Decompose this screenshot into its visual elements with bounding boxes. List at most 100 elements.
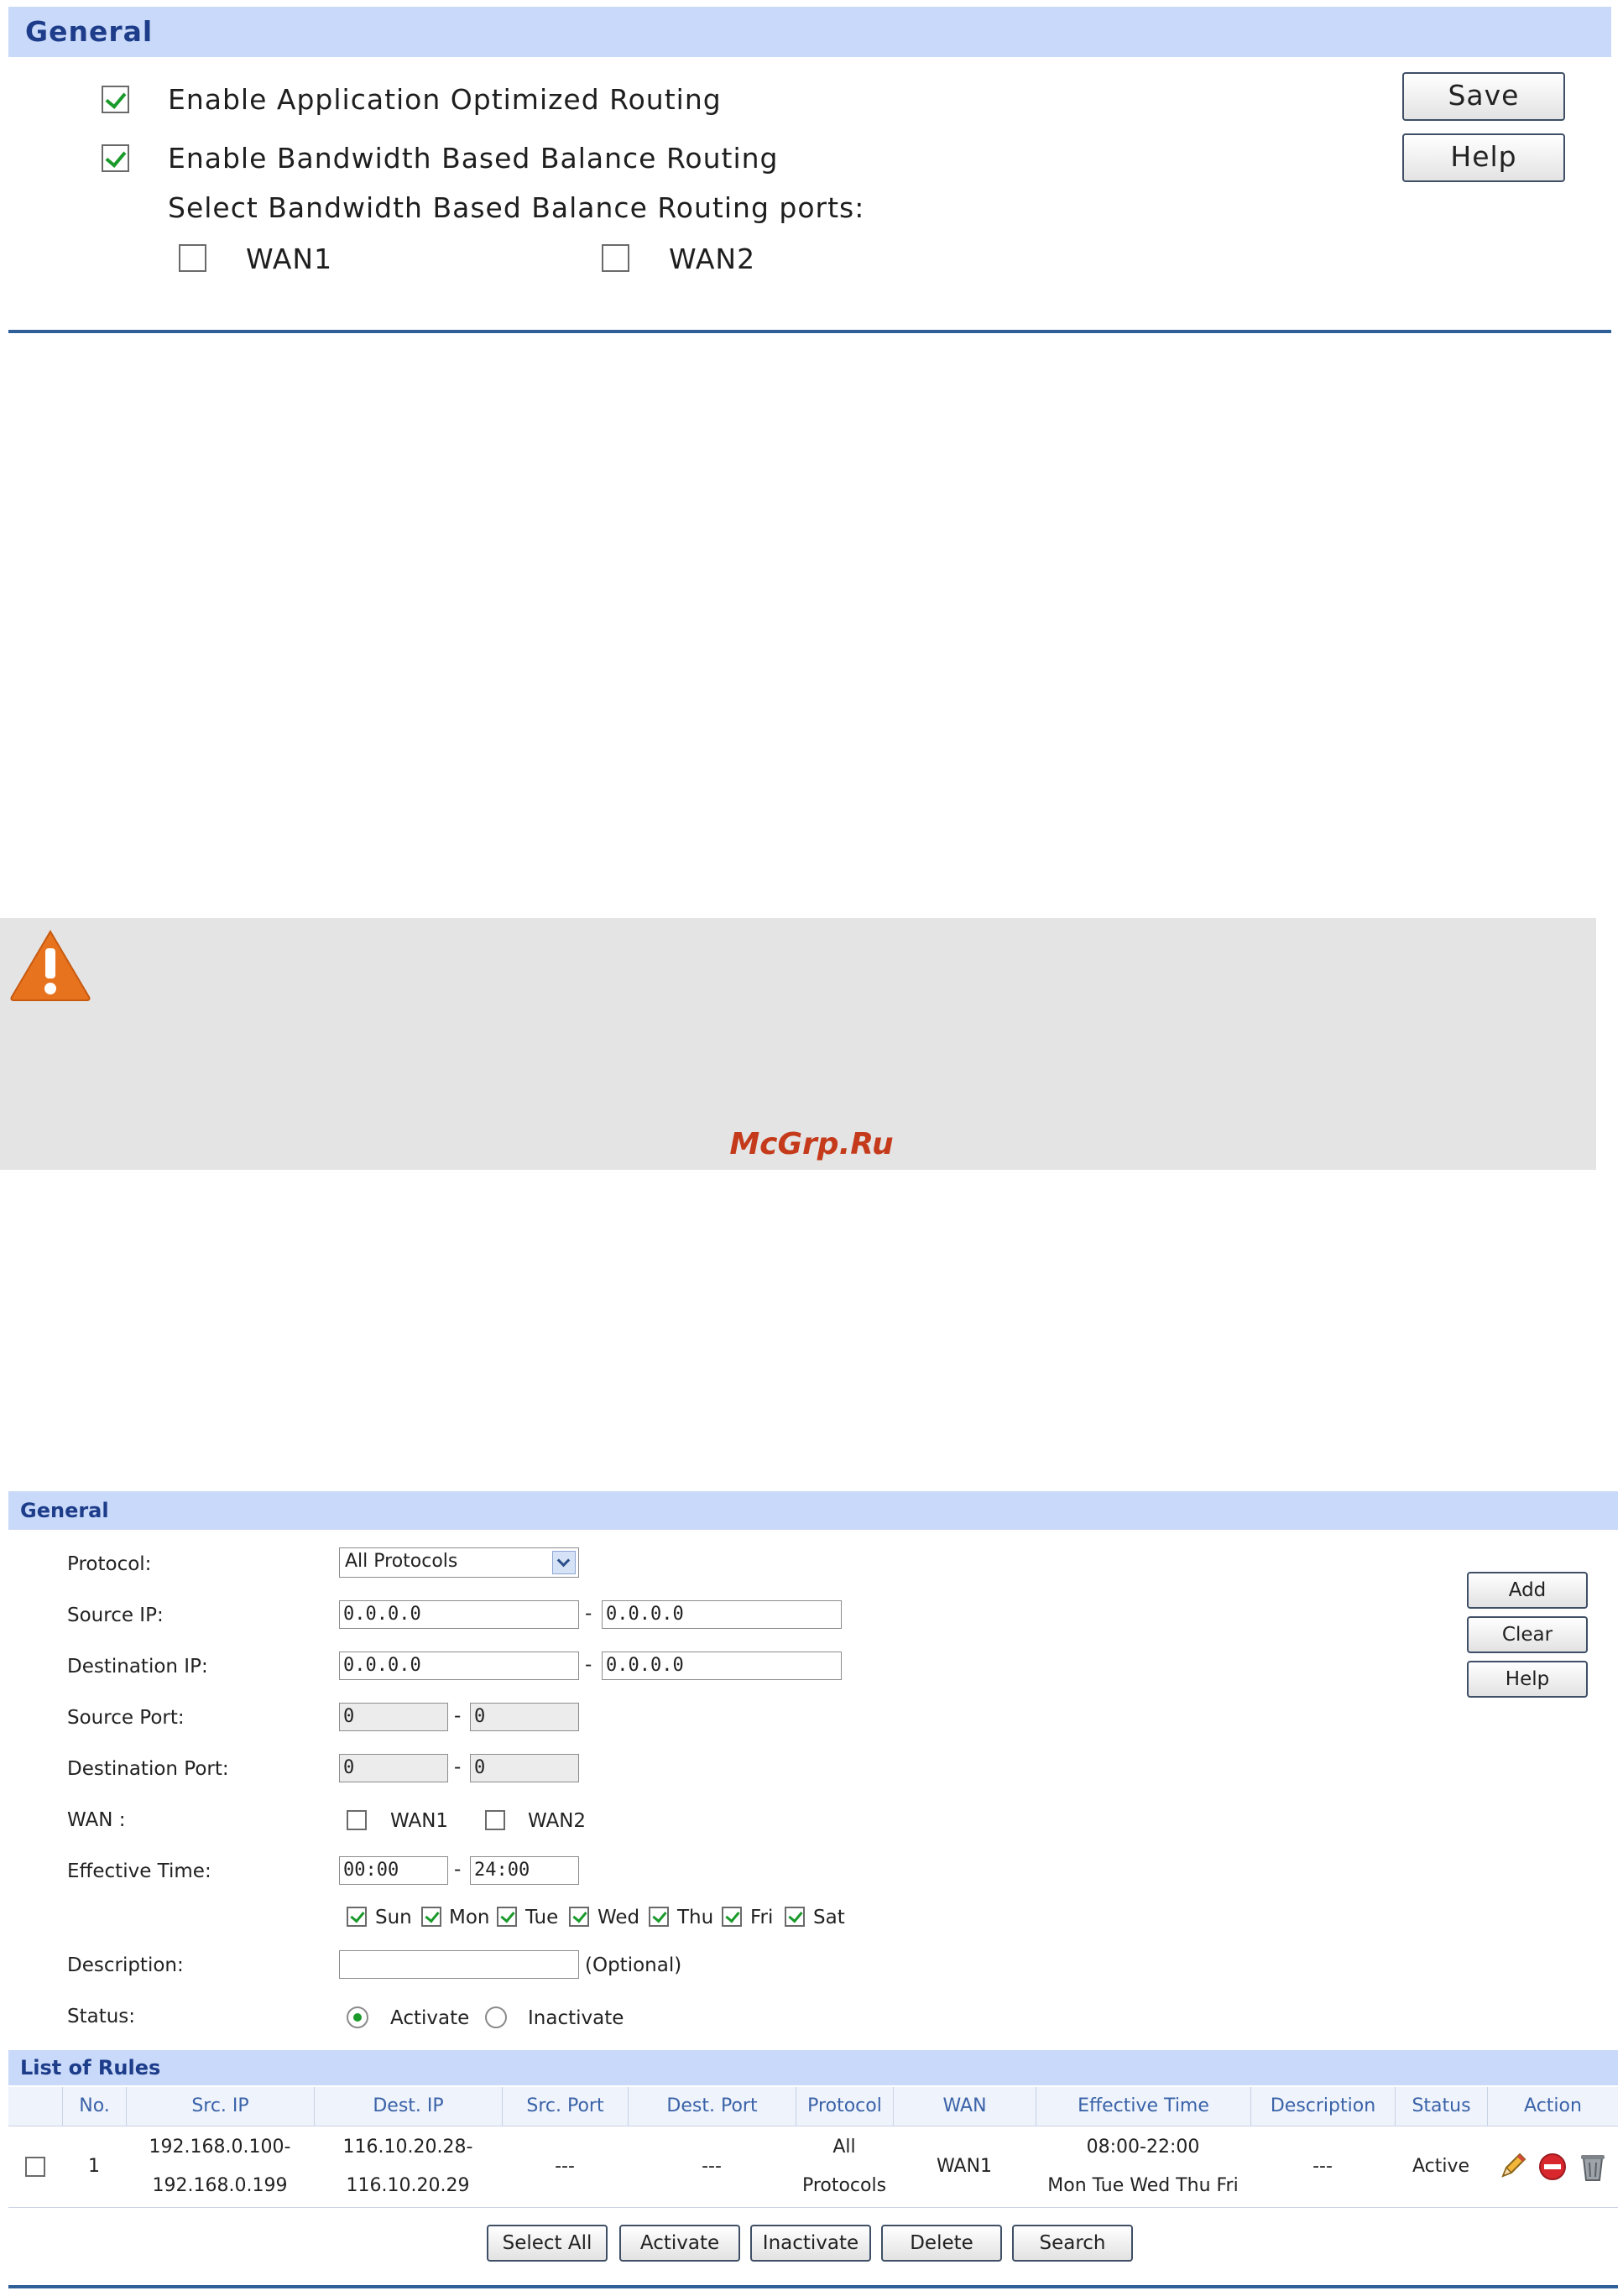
enable-bandwidth-routing-label: Enable Bandwidth Based Balance Routing (168, 142, 779, 175)
day-mon-checkbox[interactable] (421, 1907, 441, 1927)
add-button[interactable]: Add (1467, 1572, 1588, 1609)
day-sun-label: Sun (375, 1907, 412, 1928)
help-button-2[interactable]: Help (1467, 1661, 1588, 1698)
routing-ports-label: Select Bandwidth Based Balance Routing p… (168, 191, 865, 224)
general-title: General (25, 15, 154, 48)
protocol-select[interactable]: All Protocols (339, 1547, 579, 1578)
description-input[interactable] (339, 1950, 579, 1979)
col-dest-ip: Dest. IP (314, 2087, 502, 2126)
port-wan2-label: WAN2 (669, 243, 756, 275)
destination-ip-from-input[interactable]: 0.0.0.0 (339, 1652, 579, 1680)
inactivate-button[interactable]: Inactivate (750, 2225, 871, 2262)
day-tue-label: Tue (525, 1907, 559, 1928)
list-of-rules-header: List of Rules (8, 2050, 1618, 2085)
day-sat-checkbox[interactable] (785, 1907, 805, 1927)
list-of-rules-title: List of Rules (20, 2056, 161, 2079)
protocol-label: Protocol: (67, 1553, 152, 1575)
col-status: Status (1395, 2087, 1487, 2126)
help-button[interactable]: Help (1402, 133, 1565, 182)
destination-port-label: Destination Port: (67, 1758, 229, 1780)
row-wan: WAN1 (936, 2156, 993, 2177)
source-ip-dash: - (585, 1603, 592, 1625)
general-header-2: General (8, 1491, 1618, 1530)
wan1-checkbox[interactable] (347, 1810, 367, 1830)
day-sat-label: Sat (813, 1907, 845, 1928)
day-mon-label: Mon (449, 1907, 490, 1928)
status-activate-radio[interactable] (347, 2006, 368, 2028)
status-inactivate-label: Inactivate (528, 2007, 624, 2029)
row-dest-ip: 116.10.20.28- 116.10.20.29 (314, 2126, 502, 2207)
protocol-select-value: All Protocols (345, 1551, 458, 1572)
activate-button[interactable]: Activate (619, 2225, 740, 2262)
disable-icon[interactable] (1537, 2151, 1568, 2183)
day-wed-label: Wed (598, 1907, 640, 1928)
port-wan2-checkbox[interactable] (602, 244, 629, 272)
source-ip-from-input[interactable]: 0.0.0.0 (339, 1600, 579, 1629)
source-ip-label: Source IP: (67, 1605, 164, 1626)
row-dest-ip-start: 116.10.20.28- (342, 2137, 473, 2158)
col-src-ip: Src. IP (126, 2087, 314, 2126)
wan2-checkbox[interactable] (485, 1810, 505, 1830)
general-header: General (8, 7, 1611, 57)
clear-button[interactable]: Clear (1467, 1616, 1588, 1653)
enable-bandwidth-routing-checkbox[interactable] (102, 144, 129, 172)
status-inactivate-radio[interactable] (485, 2006, 507, 2028)
source-ip-to-input[interactable]: 0.0.0.0 (602, 1600, 842, 1629)
time-dash: - (454, 1859, 462, 1881)
panel2-divider (8, 2285, 1618, 2288)
wan1-label: WAN1 (390, 1810, 449, 1832)
col-protocol: Protocol (796, 2087, 893, 2126)
row-actions (1487, 2126, 1618, 2207)
effective-time-label: Effective Time: (67, 1860, 211, 1882)
delete-icon[interactable] (1577, 2151, 1609, 2183)
row-time-range: 08:00-22:00 (1086, 2137, 1200, 2158)
select-all-button[interactable]: Select All (487, 2225, 608, 2262)
source-port-label: Source Port: (67, 1707, 185, 1729)
time-from-input[interactable]: 00:00 (339, 1856, 448, 1885)
status-activate-label: Activate (390, 2007, 470, 2029)
time-to-input[interactable]: 24:00 (470, 1856, 579, 1885)
row-effective-time: 08:00-22:00 Mon Tue Wed Thu Fri (1036, 2126, 1250, 2207)
warning-triangle-icon (10, 930, 91, 1001)
source-port-dash: - (454, 1705, 462, 1727)
save-button[interactable]: Save (1402, 72, 1565, 121)
port-wan1-checkbox[interactable] (179, 244, 206, 272)
row-src-ip: 192.168.0.100- 192.168.0.199 (126, 2126, 314, 2207)
edit-icon[interactable] (1496, 2151, 1528, 2183)
row-select-cell (8, 2126, 62, 2207)
status-label: Status: (67, 2006, 136, 2027)
col-src-port: Src. Port (502, 2087, 628, 2126)
wan2-label: WAN2 (528, 1810, 587, 1832)
enable-app-routing-label: Enable Application Optimized Routing (168, 83, 722, 116)
destination-port-to-input[interactable]: 0 (470, 1754, 579, 1782)
search-button[interactable]: Search (1012, 2225, 1133, 2262)
day-tue-checkbox[interactable] (497, 1907, 517, 1927)
destination-ip-to-input[interactable]: 0.0.0.0 (602, 1652, 842, 1680)
destination-port-from-input[interactable]: 0 (339, 1754, 448, 1782)
col-no: No. (62, 2087, 126, 2126)
rules-table-header: No. Src. IP Dest. IP Src. Port Dest. Por… (8, 2087, 1618, 2126)
enable-app-routing-checkbox[interactable] (102, 86, 129, 113)
day-sun-checkbox[interactable] (347, 1907, 367, 1927)
table-row: 1 192.168.0.100- 192.168.0.199 116.10.20… (8, 2126, 1618, 2208)
day-wed-checkbox[interactable] (569, 1907, 589, 1927)
delete-button[interactable]: Delete (881, 2225, 1002, 2262)
row-protocol: All Protocols (796, 2126, 893, 2207)
row-protocol-line1: All (832, 2137, 856, 2158)
col-action: Action (1487, 2087, 1618, 2126)
row-description: --- (1312, 2156, 1333, 2177)
row-status: Active (1412, 2156, 1470, 2177)
destination-port-dash: - (454, 1756, 462, 1778)
col-effective-time: Effective Time (1036, 2087, 1250, 2126)
panel1-divider (8, 330, 1611, 333)
row-dest-port: --- (702, 2156, 722, 2177)
row-select-checkbox[interactable] (25, 2157, 45, 2177)
row-dest-ip-end: 116.10.20.29 (346, 2175, 470, 2196)
source-port-to-input[interactable]: 0 (470, 1703, 579, 1731)
day-thu-checkbox[interactable] (649, 1907, 669, 1927)
source-port-from-input[interactable]: 0 (339, 1703, 448, 1731)
day-fri-checkbox[interactable] (722, 1907, 742, 1927)
port-wan1-label: WAN1 (246, 243, 333, 275)
row-src-ip-end: 192.168.0.199 (152, 2175, 288, 2196)
destination-ip-dash: - (585, 1654, 592, 1676)
